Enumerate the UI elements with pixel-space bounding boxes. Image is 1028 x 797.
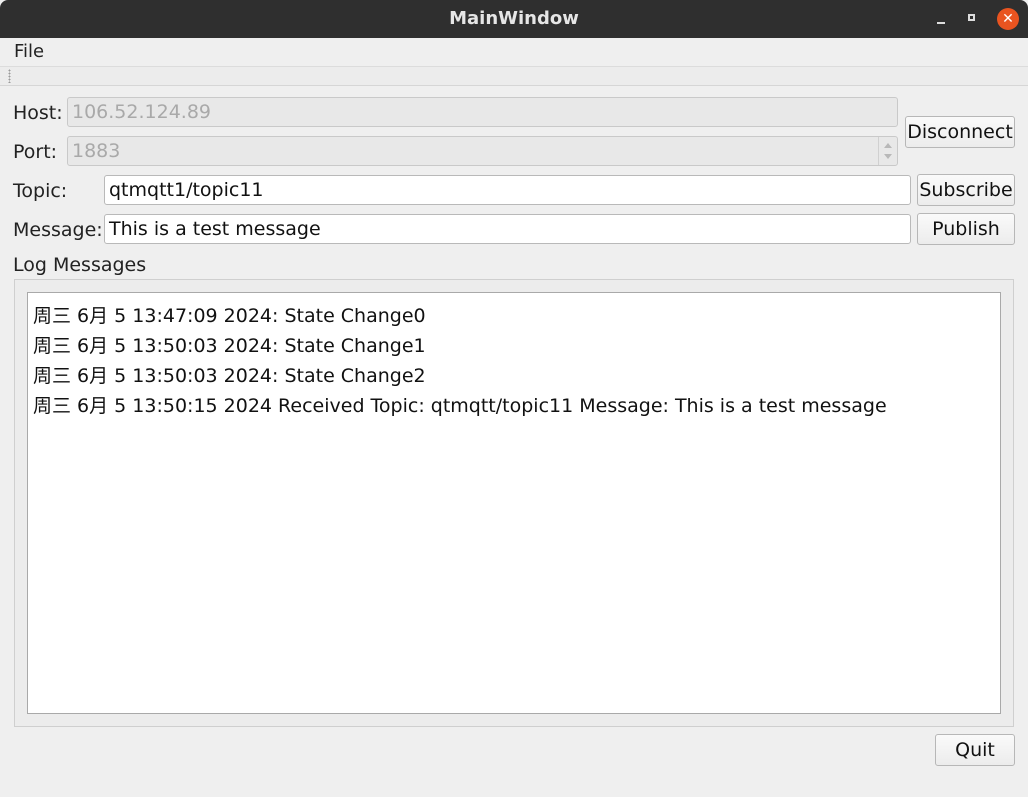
log-line: 周三 6月 5 13:47:09 2024: State Change0	[33, 305, 426, 327]
port-value: 1883	[72, 140, 121, 162]
quit-button[interactable]: Quit	[935, 734, 1015, 766]
host-label: Host:	[13, 102, 63, 124]
message-label: Message:	[13, 219, 103, 241]
log-text-area[interactable]: 周三 6月 5 13:47:09 2024: State Change0 周三 …	[27, 292, 1001, 714]
subscribe-button[interactable]: Subscribe	[917, 174, 1015, 206]
main-window: MainWindow ✕ File Host: 106.52.124.89 Po…	[0, 0, 1028, 797]
topic-input[interactable]: qtmqtt1/topic11	[104, 175, 911, 205]
spin-up-icon[interactable]	[884, 143, 892, 148]
menu-bar: File	[0, 38, 1028, 67]
window-title: MainWindow	[449, 8, 579, 29]
title-bar[interactable]: MainWindow ✕	[0, 0, 1028, 38]
log-line: 周三 6月 5 13:50:03 2024: State Change1	[33, 335, 426, 357]
log-line: 周三 6月 5 13:50:03 2024: State Change2	[33, 365, 426, 387]
menu-file[interactable]: File	[14, 41, 44, 62]
toolbar	[0, 67, 1028, 86]
topic-label: Topic:	[13, 180, 68, 202]
log-title: Log Messages	[13, 254, 147, 276]
disconnect-button[interactable]: Disconnect	[905, 116, 1015, 148]
message-input[interactable]: This is a test message	[104, 214, 911, 244]
maximize-icon[interactable]	[962, 8, 984, 30]
publish-button[interactable]: Publish	[917, 213, 1015, 245]
host-input[interactable]: 106.52.124.89	[67, 97, 898, 127]
minimize-icon[interactable]	[930, 8, 952, 30]
port-label: Port:	[13, 141, 58, 163]
port-spin-buttons[interactable]	[878, 137, 897, 165]
close-icon[interactable]: ✕	[997, 8, 1019, 30]
toolbar-grip-icon[interactable]	[8, 69, 11, 83]
log-line: 周三 6月 5 13:50:15 2024 Received Topic: qt…	[33, 395, 887, 417]
port-spinbox[interactable]: 1883	[67, 136, 898, 166]
spin-down-icon[interactable]	[884, 154, 892, 159]
